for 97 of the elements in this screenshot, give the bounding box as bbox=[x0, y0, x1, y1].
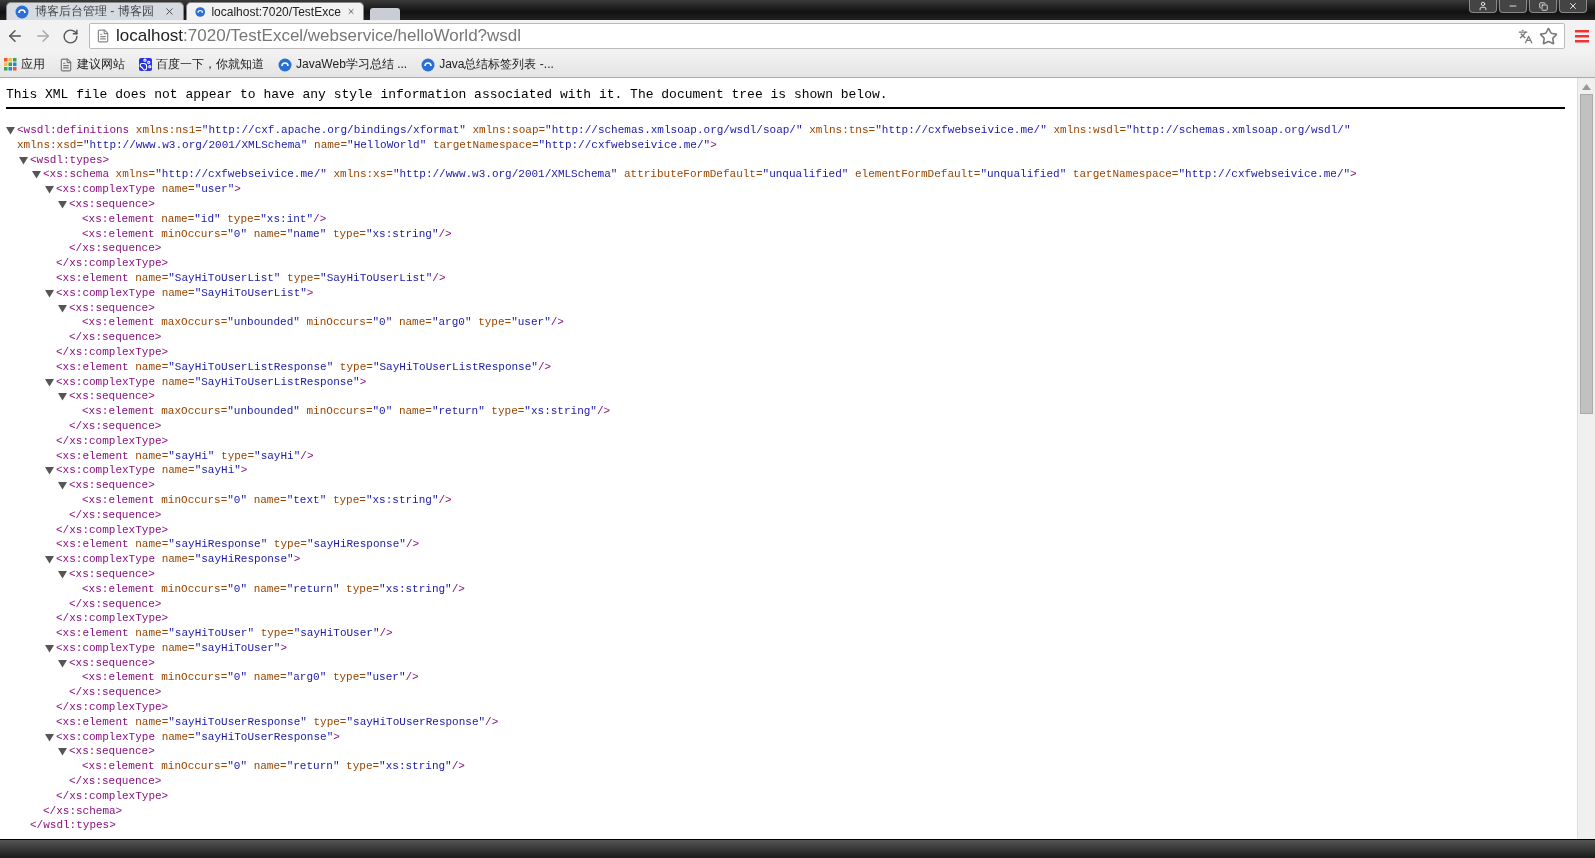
xml-line: </xs:complexType> bbox=[56, 344, 169, 360]
collapse-triangle-icon[interactable] bbox=[58, 200, 67, 209]
xml-line: <xs:element name="SayHiToUserListResponse" type="SayHiToUserListResponse"/> bbox=[56, 359, 552, 375]
bookmark-link[interactable]: 百度一下，你就知道 bbox=[156, 56, 264, 73]
xml-line: <xs:element name="SayHiToUserList" type="SayHiToUserList"/> bbox=[56, 270, 446, 286]
xml-line: </xs:sequence> bbox=[69, 241, 162, 257]
browser-tab[interactable]: 博客后台管理 - 博客园 bbox=[6, 2, 184, 20]
xml-line: <xs:element name="sayHiToUser" type="sayHiToUser"/> bbox=[56, 626, 393, 641]
collapse-triangle-icon[interactable] bbox=[58, 658, 67, 668]
xml-line: </xs:complexType> bbox=[56, 700, 169, 715]
collapse-triangle-icon[interactable] bbox=[32, 170, 41, 180]
xml-line: <xs:complexType name="user"> bbox=[56, 182, 241, 197]
xml-line: <xs:element maxOccurs="unbounded" minOccurs="0" name="arg0" type="user"/> bbox=[82, 315, 564, 331]
close-icon[interactable] bbox=[164, 6, 175, 17]
xml-line: <wsdl:definitions xmlns:ns1="http://cxf.apache.org/bindings/xformat" xmlns:soap="http://schemas.xmlsoap.org/wsdl/soap/" xmlns:tns="http://cxfwebseivice.me/" xmlns:wsdl="http://schemas.xmlsoap.org/wsdl/" xmlns:xsd="http://www.w3.org/2001/XMLSchema" name="HelloWorld" targetNamespace="http://cxfwebseivice.me/"> bbox=[17, 123, 1352, 153]
xml-line: </xs:schema> bbox=[43, 803, 123, 819]
xml-line: </xs:sequence> bbox=[69, 685, 162, 701]
xml-line: <xs:sequence> bbox=[69, 655, 155, 671]
xml-line: </xs:complexType> bbox=[56, 788, 169, 804]
xml-line: <xs:sequence> bbox=[69, 300, 155, 316]
xml-line: </xs:complexType> bbox=[56, 611, 169, 627]
xml-line: </xs:sequence> bbox=[69, 596, 162, 612]
xml-line: </xs:sequence> bbox=[69, 507, 162, 523]
translate-icon[interactable] bbox=[1518, 28, 1533, 44]
collapse-triangle-icon[interactable] bbox=[45, 377, 54, 387]
bookmark-link[interactable]: 应用 bbox=[21, 56, 45, 73]
collapse-triangle-icon[interactable] bbox=[58, 303, 67, 313]
xml-line: <xs:complexType name="sayHi"> bbox=[56, 463, 248, 479]
xml-line: <xs:element name="sayHi" type="sayHi"/> bbox=[56, 448, 314, 464]
collapse-triangle-icon[interactable] bbox=[45, 288, 54, 298]
bookmark-link[interactable]: 建议网站 bbox=[77, 56, 125, 73]
restore-button[interactable] bbox=[1529, 0, 1557, 13]
address-bar[interactable]: localhost:7020/TestExcel/webservice/helloWorld?wsdl bbox=[89, 23, 1565, 49]
xml-line: <xs:complexType name="sayHiToUserResponse"> bbox=[56, 729, 340, 745]
xml-line: </xs:sequence> bbox=[69, 330, 162, 345]
user-icon bbox=[1478, 1, 1488, 11]
collapse-triangle-icon[interactable] bbox=[45, 185, 54, 195]
xml-line: <xs:element minOccurs="0" name="return" type="xs:string"/> bbox=[82, 759, 465, 775]
tab-favicon-icon bbox=[195, 4, 206, 19]
apps-grid-icon bbox=[4, 58, 17, 71]
xml-line: <xs:sequence> bbox=[69, 197, 155, 212]
xml-line: <xs:element maxOccurs="unbounded" minOccurs="0" name="return" type="xs:string"/> bbox=[82, 404, 611, 419]
bookmark-link[interactable]: Java总结标签列表 -... bbox=[439, 56, 554, 73]
xml-line: </xs:sequence> bbox=[69, 418, 162, 434]
site-favicon-icon bbox=[421, 57, 436, 72]
xml-line: <wsdl:types> bbox=[30, 152, 110, 168]
browser-tab[interactable]: localhost:7020/TestExce bbox=[186, 2, 364, 20]
xml-line: <xs:sequence> bbox=[69, 566, 155, 582]
scrollbar-thumb[interactable] bbox=[1580, 94, 1593, 414]
collapse-triangle-icon[interactable] bbox=[45, 466, 54, 476]
xml-line: </xs:sequence> bbox=[69, 774, 162, 789]
collapse-triangle-icon[interactable] bbox=[58, 747, 67, 757]
xml-line: <xs:complexType name="sayHiResponse"> bbox=[56, 552, 301, 567]
collapse-triangle-icon[interactable] bbox=[58, 392, 67, 402]
collapse-triangle-icon[interactable] bbox=[58, 569, 67, 579]
collapse-triangle-icon[interactable] bbox=[45, 643, 54, 653]
xml-line: <xs:sequence> bbox=[69, 744, 155, 760]
star-icon[interactable] bbox=[1539, 26, 1558, 46]
xml-line: <xs:schema xmlns="http://cxfwebseivice.me/" xmlns:xs="http://www.w3.org/2001/XMLSchema" attributeFormDefault="unqualified" elementFormDefault="unqualified" targetNamespace="http://cxfwebseivice.me/"> bbox=[43, 167, 1357, 183]
reload-button[interactable] bbox=[62, 27, 79, 45]
tab-favicon-icon bbox=[15, 4, 29, 19]
site-favicon-icon bbox=[278, 57, 292, 72]
collapse-triangle-icon[interactable] bbox=[6, 126, 15, 135]
collapse-triangle-icon[interactable] bbox=[58, 481, 67, 491]
xml-line: <xs:element name="sayHiToUserResponse" type="sayHiToUserResponse"/> bbox=[56, 714, 499, 730]
xml-line: <xs:sequence> bbox=[69, 478, 155, 493]
xml-line: <xs:complexType name="sayHiToUser"> bbox=[56, 640, 288, 656]
xml-line: </xs:complexType> bbox=[56, 433, 169, 449]
back-button[interactable] bbox=[6, 27, 24, 45]
xml-line: <xs:sequence> bbox=[69, 389, 155, 405]
close-button[interactable] bbox=[1559, 0, 1587, 13]
url-text: localhost:7020/TestExcel/webservice/helloWorld?wsdl bbox=[116, 26, 523, 46]
xml-line: <xs:complexType name="SayHiToUserListResponse"> bbox=[56, 374, 367, 390]
bookmark-link[interactable]: JavaWeb学习总结 ... bbox=[296, 56, 408, 73]
xml-line: </xs:complexType> bbox=[56, 256, 169, 271]
page-icon bbox=[96, 29, 110, 43]
minimize-button[interactable] bbox=[1499, 0, 1527, 13]
restore-icon bbox=[1538, 1, 1548, 11]
xml-line: <xs:element minOccurs="0" name="text" type="xs:string"/> bbox=[82, 492, 452, 508]
paw-icon bbox=[139, 58, 152, 71]
notice-text: This XML file does not appear to have any style information associated with it. The document tree is shown below. bbox=[6, 87, 1565, 109]
collapse-triangle-icon[interactable] bbox=[19, 155, 28, 165]
xml-line: <xs:element minOccurs="0" name="return" type="xs:string"/> bbox=[82, 581, 465, 597]
collapse-triangle-icon[interactable] bbox=[45, 732, 54, 742]
xml-line: </xs:complexType> bbox=[56, 522, 169, 538]
xml-line: </wsdl:types> bbox=[30, 818, 116, 834]
user-button[interactable] bbox=[1469, 0, 1497, 13]
page-icon bbox=[59, 57, 73, 72]
xml-line: <xs:complexType name="SayHiToUserList"> bbox=[56, 285, 314, 301]
menu-icon[interactable] bbox=[1575, 29, 1589, 43]
collapse-triangle-icon[interactable] bbox=[45, 555, 54, 565]
xml-line: <xs:element minOccurs="0" name="arg0" type="user"/> bbox=[82, 670, 419, 686]
scrollbar[interactable] bbox=[1577, 78, 1595, 839]
xml-line: <xs:element minOccurs="0" name="name" type="xs:string"/> bbox=[82, 226, 452, 242]
xml-line: <xs:element name="sayHiResponse" type="sayHiResponse"/> bbox=[56, 537, 420, 553]
xml-line: <xs:element name="id" type="xs:int"/> bbox=[82, 211, 327, 227]
close-icon bbox=[1568, 1, 1578, 11]
